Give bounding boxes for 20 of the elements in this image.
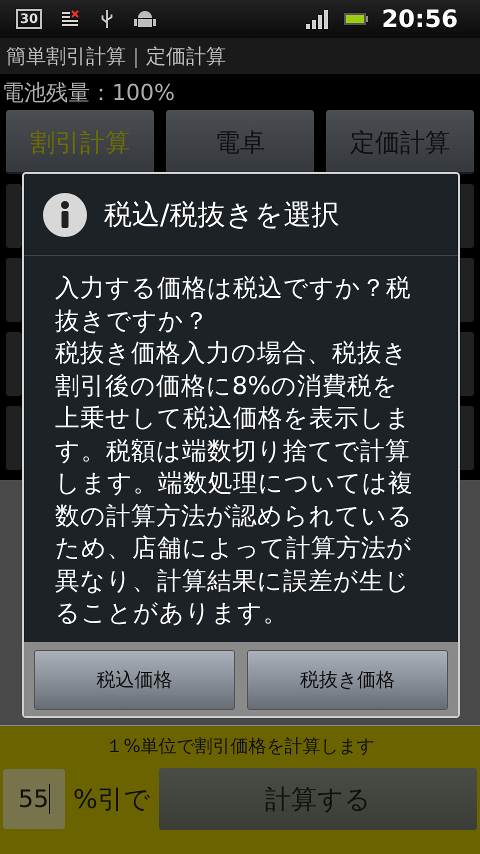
clock-time: 20:56 <box>382 5 458 33</box>
hint-text: １%単位で割引価格を計算します <box>104 735 376 758</box>
battery-icon <box>344 12 368 26</box>
dialog-title: 税込/税抜きを選択 <box>104 196 340 232</box>
calendar-icon: 30 <box>16 9 42 29</box>
app-title: 簡単割引計算｜定価計算 <box>6 42 226 70</box>
discount-suffix-label: %引で <box>73 784 151 816</box>
dialog-message: 入力する価格は税込ですか？税抜きですか？ <box>55 272 412 336</box>
tab[interactable]: 割引計算 <box>6 110 154 174</box>
tab[interactable]: 電卓 <box>166 110 314 174</box>
battery-level-text: 電池残量：100% <box>1 80 176 108</box>
android-icon <box>134 8 156 30</box>
info-icon <box>42 192 88 238</box>
discount-input-field[interactable]: 55 <box>3 769 65 829</box>
notification-list-icon <box>60 9 80 29</box>
signal-icon <box>306 9 330 29</box>
dialog-button[interactable]: 税抜き価格 <box>247 650 448 710</box>
tab[interactable]: 定価計算 <box>326 110 474 174</box>
dialog-button[interactable]: 税込価格 <box>34 650 235 710</box>
dialog-message: 税抜き価格入力の場合、税抜き割引後の価格に8%の消費税を上乗せして税込価格を表示します。税額は端数切り捨てで計算します。端数処理については複数の計算方法が認められているため、店舗によって計算方法が異なり、計算結果に誤差が生じることがあります。 <box>55 337 414 629</box>
